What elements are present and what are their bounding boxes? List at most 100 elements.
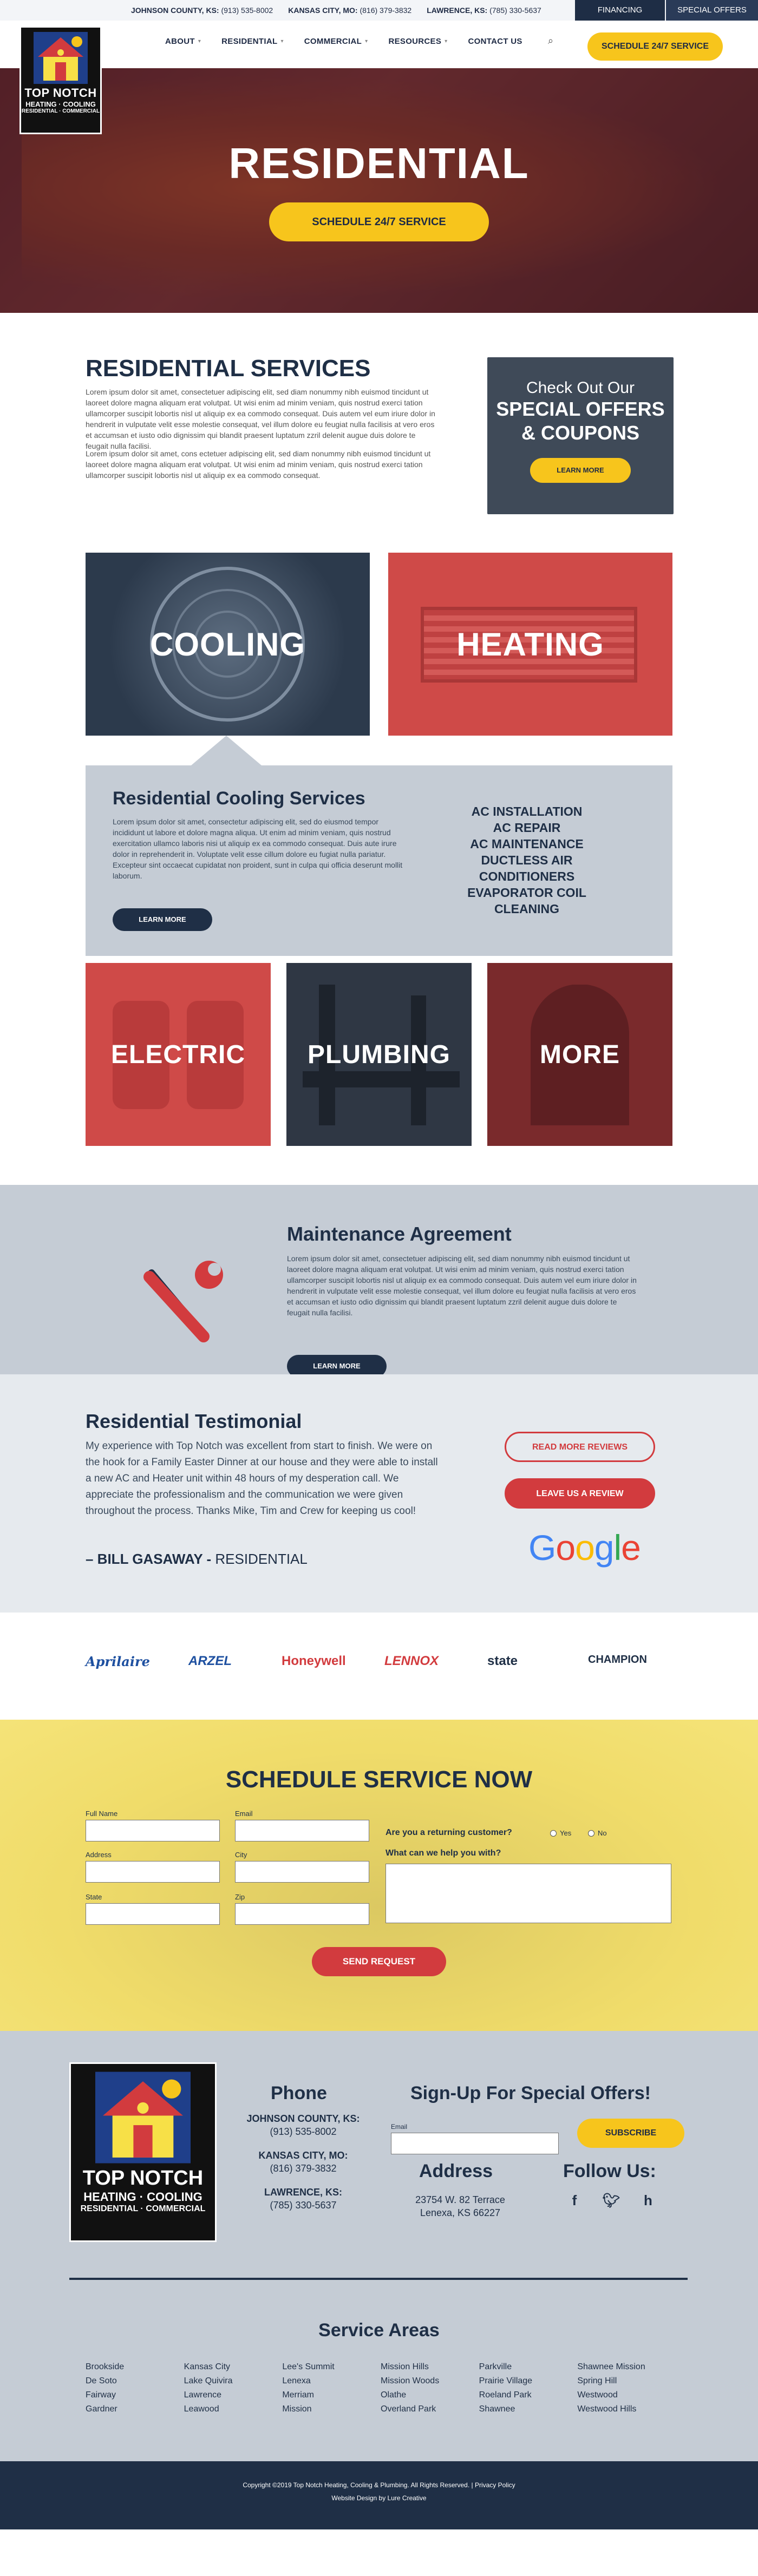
list-item[interactable]: Gardner: [86, 2404, 184, 2414]
nav-about[interactable]: ABOUT ▾: [165, 37, 201, 46]
cooling-services-list: AC INSTALLATION AC REPAIR AC MAINTENANCE…: [459, 803, 594, 917]
tile-electric[interactable]: ELECTRIC: [86, 963, 271, 1146]
email-field: Email: [235, 1810, 369, 1841]
house-logo-icon: [95, 2072, 191, 2164]
tile-cooling[interactable]: COOLING: [86, 553, 370, 736]
cooling-learn-more-button[interactable]: LEARN MORE: [113, 908, 212, 931]
list-item[interactable]: Parkville: [479, 2362, 578, 2372]
list-item[interactable]: Merriam: [282, 2390, 381, 2400]
signup-email-input[interactable]: [391, 2133, 559, 2154]
subscribe-button[interactable]: SUBSCRIBE: [577, 2119, 684, 2148]
tile-plumbing[interactable]: PLUMBING: [286, 963, 472, 1146]
special-offers-link[interactable]: SPECIAL OFFERS: [666, 0, 758, 21]
full-name-input[interactable]: [86, 1820, 220, 1841]
hero-schedule-button[interactable]: SCHEDULE 24/7 SERVICE: [269, 202, 489, 241]
returning-yes-radio[interactable]: Yes: [550, 1829, 571, 1837]
footer-phone-lawrence[interactable]: LAWRENCE, KS: (785) 330-5637: [233, 2186, 374, 2212]
footer-logo-name: TOP NOTCH: [82, 2167, 204, 2190]
list-item[interactable]: Shawnee: [479, 2404, 578, 2414]
list-item[interactable]: Westwood Hills: [577, 2404, 676, 2414]
footer-divider: [69, 2278, 688, 2280]
list-item[interactable]: Lenexa: [282, 2376, 381, 2386]
list-item[interactable]: Mission: [282, 2404, 381, 2414]
cooling-services-title: Residential Cooling Services: [113, 788, 365, 809]
houzz-icon[interactable]: h: [639, 2191, 657, 2210]
list-item[interactable]: Mission Woods: [381, 2376, 479, 2386]
chevron-down-icon: ▾: [445, 38, 448, 44]
list-item[interactable]: DUCTLESS AIR CONDITIONERS: [459, 852, 594, 884]
list-item[interactable]: AC MAINTENANCE: [459, 836, 594, 852]
list-item[interactable]: Overland Park: [381, 2404, 479, 2414]
state-input[interactable]: [86, 1903, 220, 1925]
design-credit[interactable]: Website Design by Lure Creative: [0, 2492, 758, 2505]
list-item[interactable]: EVAPORATOR COIL CLEANING: [459, 884, 594, 917]
offer-learn-more-button[interactable]: LEARN MORE: [530, 458, 631, 483]
nav-contact[interactable]: CONTACT US: [468, 37, 522, 46]
nav-residential[interactable]: RESIDENTIAL ▾: [221, 37, 284, 46]
zip-input[interactable]: [235, 1903, 369, 1925]
brand-logo-state: state: [487, 1654, 518, 1668]
list-item[interactable]: Leawood: [184, 2404, 283, 2414]
list-item[interactable]: Westwood: [577, 2390, 676, 2400]
returning-no-radio[interactable]: No: [588, 1829, 607, 1837]
google-logo[interactable]: Google: [528, 1527, 641, 1568]
cooling-services-panel: Residential Cooling Services Lorem ipsum…: [86, 765, 672, 956]
list-item[interactable]: Lee's Summit: [282, 2362, 381, 2372]
list-item[interactable]: AC INSTALLATION: [459, 803, 594, 820]
zip-field: Zip: [235, 1893, 369, 1925]
list-item[interactable]: AC REPAIR: [459, 820, 594, 836]
list-item[interactable]: Lawrence: [184, 2390, 283, 2400]
list-item[interactable]: Brookside: [86, 2362, 184, 2372]
services-paragraph-1: Lorem ipsum dolor sit amet, consectetuer…: [86, 388, 435, 450]
copyright-text: Copyright ©2019 Top Notch Heating, Cooli…: [243, 2481, 515, 2489]
brand-logo-lennox: LENNOX: [384, 1654, 439, 1668]
nav-commercial[interactable]: COMMERCIAL ▾: [304, 37, 368, 46]
list-item[interactable]: Prairie Village: [479, 2376, 578, 2386]
logo-line2: HEATING · COOLING: [25, 100, 96, 108]
schedule-service-button[interactable]: SCHEDULE 24/7 SERVICE: [587, 32, 723, 61]
footer-phone-kansas-city[interactable]: KANSAS CITY, MO: (816) 379-3832: [233, 2149, 374, 2175]
facebook-icon[interactable]: f: [565, 2191, 584, 2210]
list-item[interactable]: Mission Hills: [381, 2362, 479, 2372]
primary-nav: ABOUT ▾ RESIDENTIAL ▾ COMMERCIAL ▾ RESOURCE…: [165, 37, 522, 46]
cooling-services-text: Lorem ipsum dolor sit amet, consectetur …: [113, 817, 403, 880]
offer-line-3: & COUPONS: [521, 422, 640, 444]
testimonial-section: Residential Testimonial My experience wi…: [0, 1374, 758, 1613]
list-item[interactable]: Shawnee Mission: [577, 2362, 676, 2372]
financing-link[interactable]: FINANCING: [575, 0, 665, 21]
list-item[interactable]: Lake Quivira: [184, 2376, 283, 2386]
signup-email-field: Email: [391, 2123, 559, 2154]
address-field: Address: [86, 1851, 220, 1883]
phone-lawrence[interactable]: LAWRENCE, KS: (785) 330-5637: [427, 6, 541, 15]
chevron-down-icon: ▾: [280, 38, 284, 44]
phone-johnson[interactable]: JOHNSON COUNTY, KS: (913) 535-8002: [131, 6, 273, 15]
leave-review-button[interactable]: LEAVE US A REVIEW: [505, 1478, 655, 1509]
services-title: RESIDENTIAL SERVICES: [86, 355, 371, 382]
list-item[interactable]: Kansas City: [184, 2362, 283, 2372]
list-item[interactable]: Olathe: [381, 2390, 479, 2400]
email-input[interactable]: [235, 1820, 369, 1841]
address-input[interactable]: [86, 1861, 220, 1883]
footer-phone-johnson[interactable]: JOHNSON COUNTY, KS: (913) 535-8002: [233, 2112, 374, 2138]
special-offers-card[interactable]: Check Out Our SPECIAL OFFERS & COUPONS L…: [487, 357, 674, 514]
brand-logo-arzel: ARZEL: [188, 1654, 232, 1668]
testimonial-text: My experience with Top Notch was excelle…: [86, 1440, 438, 1517]
read-more-reviews-button[interactable]: READ MORE REVIEWS: [505, 1432, 655, 1462]
follow-title: Follow Us:: [563, 2161, 656, 2181]
chevron-down-icon: ▾: [365, 38, 368, 44]
list-item[interactable]: Fairway: [86, 2390, 184, 2400]
tile-more[interactable]: MORE: [487, 963, 672, 1146]
list-item[interactable]: De Soto: [86, 2376, 184, 2386]
phone-kansas-city[interactable]: KANSAS CITY, MO: (816) 379-3832: [288, 6, 411, 15]
tile-heating[interactable]: HEATING: [388, 553, 672, 736]
twitter-icon[interactable]: 🐦︎: [602, 2191, 620, 2210]
list-item[interactable]: Spring Hill: [577, 2376, 676, 2386]
nav-resources[interactable]: RESOURCES ▾: [388, 37, 447, 46]
site-logo[interactable]: TOP NOTCH HEATING · COOLING RESIDENTIAL …: [19, 26, 102, 134]
send-request-button[interactable]: SEND REQUEST: [312, 1947, 446, 1976]
footer-logo[interactable]: TOP NOTCH HEATING · COOLING RESIDENTIAL …: [69, 2062, 217, 2242]
search-icon[interactable]: ⌕: [548, 35, 553, 47]
list-item[interactable]: Roeland Park: [479, 2390, 578, 2400]
help-textarea[interactable]: [385, 1864, 671, 1923]
city-input[interactable]: [235, 1861, 369, 1883]
